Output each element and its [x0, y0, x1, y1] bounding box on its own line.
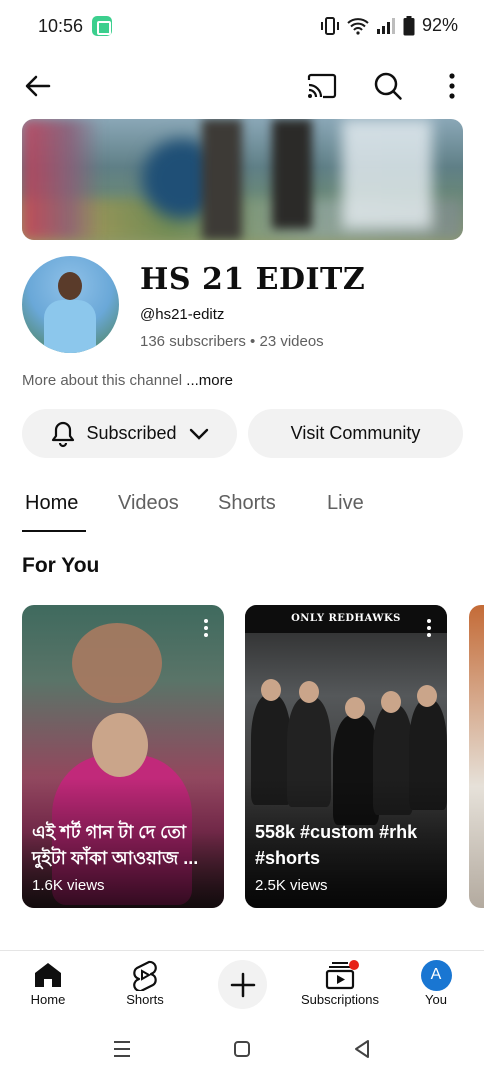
active-tab-indicator [22, 530, 86, 532]
recents-menu-icon[interactable] [112, 1040, 132, 1058]
tab-videos[interactable]: Videos [118, 492, 179, 515]
bottom-navigation: Home Shorts Subscriptions A You [0, 952, 484, 1014]
nav-you-label: You [425, 992, 447, 1007]
nav-home[interactable]: Home [3, 958, 93, 1007]
create-button[interactable] [218, 960, 267, 1009]
battery-icon [403, 15, 415, 35]
channel-tabs: Home Videos Shorts Live [0, 486, 484, 534]
more-vertical-icon[interactable] [198, 617, 214, 639]
short-title: এই শর্ট গান টা দে তো দুইটা ফাঁকা আওয়াজ … [32, 822, 199, 868]
chevron-down-icon [189, 428, 208, 440]
vibrate-icon [320, 16, 339, 35]
short-views: 1.6K views [32, 877, 105, 894]
subscribed-button[interactable]: Subscribed [22, 409, 237, 458]
more-vertical-icon [449, 73, 455, 99]
status-indicators: 92% [320, 15, 458, 36]
battery-percent: 92% [421, 15, 458, 35]
system-navigation-bar [0, 1020, 484, 1080]
home-icon [35, 963, 61, 987]
more-options-button[interactable] [428, 62, 476, 110]
nav-shorts[interactable]: Shorts [100, 958, 190, 1007]
nav-subscriptions-label: Subscriptions [300, 992, 380, 1007]
channel-banner [22, 119, 463, 240]
tab-live[interactable]: Live [327, 492, 364, 515]
short-views: 2.5K views [255, 877, 328, 894]
nav-home-label: Home [30, 992, 66, 1007]
visit-community-label: Visit Community [290, 423, 421, 443]
short-card[interactable]: এই শর্ট গান টা দে তো দুইটা ফাঁকা আওয়াজ … [22, 605, 224, 908]
arrow-left-icon [25, 75, 51, 97]
avatar-icon: A [420, 959, 452, 991]
status-time: 10:56 [38, 16, 84, 36]
nav-shorts-label: Shorts [126, 992, 164, 1007]
nav-you[interactable]: A You [391, 958, 481, 1007]
cast-button[interactable] [298, 62, 346, 110]
channel-handle: @hs21-editz [140, 306, 225, 323]
shorts-icon [133, 960, 157, 991]
home-square-icon[interactable] [233, 1040, 251, 1058]
create-plus-icon [230, 972, 255, 997]
bell-icon [52, 421, 75, 447]
app-notification-icon [92, 16, 112, 36]
short-card-partial[interactable] [469, 605, 484, 908]
nav-subscriptions[interactable]: Subscriptions [295, 958, 385, 1007]
divider [0, 950, 484, 951]
status-bar: 10:56 92% [0, 0, 484, 54]
about-text: More about this channel [22, 372, 183, 389]
channel-name: HS 21 EDITZ [140, 262, 366, 297]
tab-shorts[interactable]: Shorts [218, 492, 276, 515]
section-title: For You [22, 554, 100, 577]
back-triangle-icon[interactable] [353, 1039, 371, 1059]
channel-stats: 136 subscribers • 23 videos [140, 333, 324, 350]
search-icon [374, 72, 402, 100]
cast-icon [307, 73, 337, 99]
about-more-link[interactable]: ...more [186, 372, 233, 389]
subscribed-label: Subscribed [86, 423, 177, 443]
more-vertical-icon[interactable] [421, 617, 437, 639]
short-title: 558k #custom #rhk #shorts [255, 822, 418, 868]
tab-home[interactable]: Home [25, 492, 78, 515]
channel-about-link[interactable]: More about this channel ...more [22, 372, 233, 389]
short-card[interactable]: ONLY REDHAWKS 558k #custom #rhk #shorts … [245, 605, 447, 908]
search-button[interactable] [364, 62, 412, 110]
signal-icon [376, 17, 395, 34]
visit-community-button[interactable]: Visit Community [248, 409, 463, 458]
wifi-icon [347, 17, 369, 35]
channel-avatar[interactable] [22, 256, 119, 353]
top-app-bar [0, 62, 484, 112]
back-button[interactable] [14, 62, 62, 110]
notification-dot [349, 960, 359, 970]
short-banner-text: ONLY REDHAWKS [245, 605, 447, 633]
